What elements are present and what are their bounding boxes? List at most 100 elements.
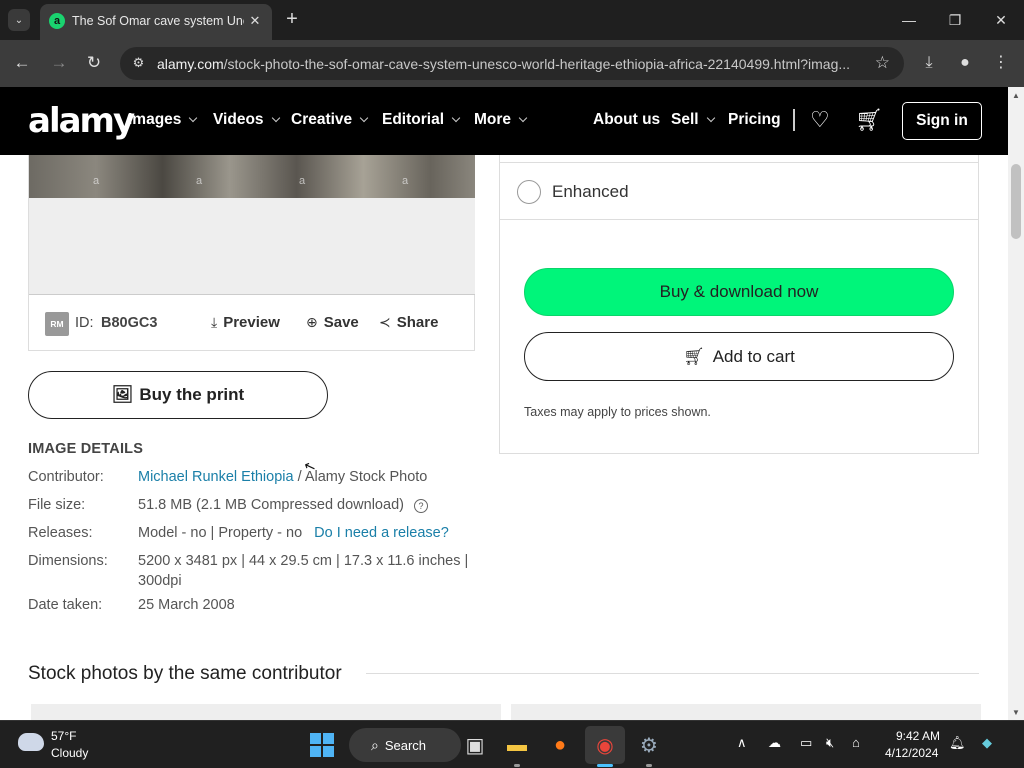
release-help-link[interactable]: Do I need a release? [314,525,449,541]
contributor-link[interactable]: Michael Runkel Ethiopia [138,469,294,485]
nav-sell[interactable]: Sell [671,111,715,129]
buy-print-button[interactable]: 🖼︎ Buy the print [28,371,328,419]
cloud-sync-icon[interactable]: ☁ [768,735,781,751]
chevron-down-icon [189,113,198,123]
date-taken-label: Date taken: [28,597,103,613]
cloud-icon[interactable] [18,733,44,751]
reload-button[interactable]: ↻ [83,52,105,74]
profile-icon[interactable]: ● [954,52,976,74]
nav-pricing[interactable]: Pricing [728,111,781,129]
tab-title: The Sof Omar cave system Une [72,14,244,28]
preview-button[interactable]: ⤓ Preview [211,314,280,331]
preview-download-icon: ⤓ [211,314,218,330]
browser-tab[interactable]: a The Sof Omar cave system Une ✕ [40,4,272,40]
scroll-down-arrow-icon[interactable]: ▼ [1012,708,1020,717]
alamy-logo[interactable]: alamy [28,101,135,141]
section-title: Stock photos by the same contributor [28,663,342,684]
new-tab-button[interactable]: + [282,9,302,29]
nav-divider [793,109,795,131]
volume-muted-icon[interactable]: 🔇︎ [826,735,834,751]
chevron-down-icon [271,113,280,123]
maximize-button[interactable]: ❐ [941,8,969,32]
weather-temperature[interactable]: 57°F [51,729,76,743]
running-indicator [646,764,652,767]
cart-icon[interactable]: 🛒︎ [855,107,883,133]
filesize-value: 51.8 MB (2.1 MB Compressed download) ? [138,495,428,515]
enhanced-radio[interactable] [517,180,541,204]
tab-close-icon[interactable]: ✕ [246,12,264,30]
share-icon: ≺ [379,314,391,330]
chrome-icon[interactable]: ◉ [590,730,620,760]
enhanced-option-label[interactable]: Enhanced [552,182,629,202]
purchase-panel: Enhanced Buy & download now 🛒︎ Add to car… [499,155,979,454]
menu-kebab-icon[interactable]: ⋮ [990,52,1012,74]
releases-value: Model - no | Property - no Do I need a re… [138,525,449,541]
windows-start-icon[interactable] [310,733,334,757]
bookmark-star-icon[interactable]: ☆ [875,53,890,73]
address-bar[interactable]: ⚙ alamy.com/stock-photo-the-sof-omar-cav… [120,47,904,80]
back-button[interactable]: ← [11,52,33,74]
releases-label: Releases: [28,525,93,541]
active-indicator [597,764,613,767]
browser-toolbar: ← → ↻ ⚙ alamy.com/stock-photo-the-sof-om… [0,40,1024,87]
url-text[interactable]: alamy.com/stock-photo-the-sof-omar-cave-… [157,56,869,72]
photo-card: a a a a RM ID: B80GC3 ⤓ Preview ⊕ Save ≺ Sh… [28,155,475,351]
network-icon[interactable]: ⌂ [852,735,860,750]
page-scrollbar[interactable]: ▲ ▼ [1008,87,1024,720]
chevron-down-icon [706,113,715,123]
copilot-icon[interactable]: ◆ [982,735,992,751]
sign-in-button[interactable]: Sign in [902,102,982,140]
rights-managed-badge: RM [45,312,69,336]
alamy-favicon-icon: a [49,13,65,29]
stock-photo[interactable]: a a a a [29,155,475,198]
divider [500,162,978,163]
date-taken-value: 25 March 2008 [138,597,235,613]
weather-condition[interactable]: Cloudy [51,746,88,760]
tab-search-button[interactable]: ⌄ [8,9,30,31]
filesize-label: File size: [28,497,86,513]
display-icon[interactable]: ▭ [800,735,812,751]
save-button[interactable]: ⊕ Save [306,314,359,331]
buy-download-button[interactable]: Buy & download now [524,268,954,316]
contributor-photo-thumbnail[interactable] [511,704,981,720]
running-indicator [514,764,520,767]
firefox-icon[interactable]: ● [545,730,575,760]
minimize-button[interactable]: — [895,8,923,32]
scroll-up-arrow-icon[interactable]: ▲ [1012,91,1020,100]
notification-bell-icon[interactable]: 🔔︎ [949,735,966,751]
clock-time[interactable]: 9:42 AM [896,729,940,743]
nav-more[interactable]: More [474,111,528,129]
image-id-label: ID: [75,315,94,331]
clock-date[interactable]: 4/12/2024 [885,746,938,760]
close-window-button[interactable]: ✕ [987,8,1015,32]
search-icon: ⌕ [371,737,379,753]
section-divider [366,673,979,674]
forward-button[interactable]: → [48,52,70,74]
nav-images[interactable]: Images [128,111,198,129]
add-to-cart-button[interactable]: 🛒︎ Add to cart [524,332,954,381]
task-view-icon[interactable]: ▣ [460,730,490,760]
taskbar-search[interactable]: ⌕ Search [349,728,461,762]
nav-videos[interactable]: Videos [213,111,280,129]
image-details-heading: IMAGE DETAILS [28,441,144,457]
nav-creative[interactable]: Creative [291,111,369,129]
scrollbar-thumb[interactable] [1011,164,1021,239]
settings-gear-icon[interactable]: ⚙ [634,730,664,760]
file-explorer-icon[interactable]: ▬ [502,730,532,760]
taskbar: 57°F Cloudy ⌕ Search ▣ ▬ ● ◉ ⚙ ∧ ☁ ▭ 🔇︎ ⌂… [0,720,1024,768]
share-button[interactable]: ≺ Share [379,314,438,331]
taxes-note: Taxes may apply to prices shown. [524,405,711,419]
photo-background [29,198,475,295]
nav-about-us[interactable]: About us [593,111,660,129]
contributor-photo-thumbnail[interactable] [31,704,501,720]
cart-icon: 🛒︎ [683,347,705,366]
nav-editorial[interactable]: Editorial [382,111,461,129]
heart-icon[interactable]: ♡ [810,107,830,133]
help-circle-icon[interactable]: ? [414,499,428,513]
site-info-icon[interactable]: ⚙ [130,55,147,72]
picture-icon: 🖼︎ [111,385,134,404]
watermark: a [402,175,409,187]
download-icon[interactable]: ⤓ [918,52,940,74]
chevron-up-icon[interactable]: ∧ [737,735,747,751]
watermark: a [196,175,203,187]
